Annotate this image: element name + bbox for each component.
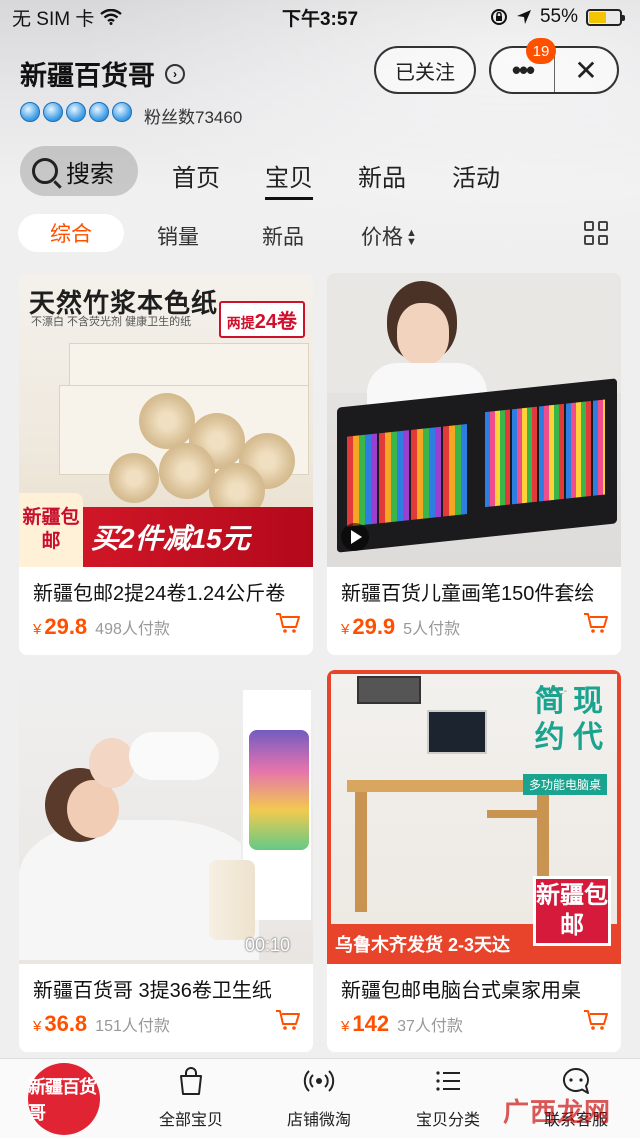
product-meta: ¥36.8 151人付款 <box>19 1003 313 1043</box>
nav-label: 全部宝贝 <box>158 1112 223 1129</box>
nav-all-products[interactable]: 全部宝贝 <box>136 1065 246 1130</box>
sold-count: 5人付款 <box>403 621 461 638</box>
product-image-tissue: 天然竹浆本色纸 不漂白 不含荧光剂 健康卫生的纸 两提24卷 新疆包邮 买2件减… <box>19 273 313 567</box>
search-label: 搜索 <box>66 160 114 188</box>
product-card[interactable]: 00:10 新疆百货哥 3提36卷卫生纸 ¥36.8 151人付款 <box>19 670 313 1052</box>
sold-count: 37人付款 <box>397 1018 463 1035</box>
carrier-label: 无 SIM 卡 <box>12 8 95 30</box>
sort-arrows-icon: ▲ ▼ <box>406 227 417 249</box>
image-subline: 多功能电脑桌 <box>522 774 607 795</box>
filter-price-label: 价格 <box>361 226 403 249</box>
product-price: ¥29.8 <box>33 614 88 639</box>
tab-new[interactable]: 新品 <box>358 158 406 193</box>
filter-new[interactable]: 新品 <box>262 221 304 251</box>
product-image-toilet-paper: 00:10 <box>19 670 313 964</box>
product-meta: ¥29.8 498人付款 <box>19 606 313 646</box>
battery-percent: 55% <box>539 6 578 27</box>
wall-frame <box>357 676 421 704</box>
baby-face <box>89 738 135 788</box>
product-title: 新疆包邮电脑台式桌家用桌 <box>341 980 581 1002</box>
crown-icon <box>43 102 63 122</box>
battery-level <box>589 11 606 23</box>
product-card[interactable]: 新疆百货儿童画笔150件套绘 ¥29.9 5人付款 <box>327 273 621 655</box>
notification-badge: 19 <box>526 38 556 64</box>
sold-count: 151人付款 <box>95 1018 170 1035</box>
nav-categories[interactable]: 宝贝分类 <box>393 1065 503 1130</box>
tab-events[interactable]: 活动 <box>452 158 500 193</box>
broadcast-icon <box>303 1070 335 1092</box>
tab-home[interactable]: 首页 <box>172 158 220 193</box>
grid-view-icon[interactable] <box>584 221 608 245</box>
crown-icon <box>66 102 86 122</box>
product-card[interactable]: 天然竹浆本色纸 不漂白 不含荧光剂 健康卫生的纸 两提24卷 新疆包邮 买2件减… <box>19 273 313 655</box>
shop-name-link[interactable]: 新疆百货哥 › <box>20 54 185 93</box>
tab-products[interactable]: 宝贝 <box>265 158 313 200</box>
cart-icon[interactable] <box>583 1009 609 1031</box>
shop-logo[interactable]: 新疆百货哥 <box>28 1063 100 1135</box>
product-image-paint-set <box>327 273 621 567</box>
product-title: 新疆百货儿童画笔150件套绘 <box>341 583 595 605</box>
image-subline: 不漂白 不含荧光剂 健康卫生的纸 <box>31 316 192 328</box>
crown-icon <box>89 102 109 122</box>
shop-name: 新疆百货哥 <box>20 61 155 91</box>
sold-count: 498人付款 <box>95 621 170 638</box>
nav-label: 宝贝分类 <box>415 1112 480 1129</box>
location-arrow-icon <box>516 10 531 24</box>
cart-icon[interactable] <box>583 612 609 634</box>
status-left: 无 SIM 卡 <box>12 4 123 31</box>
video-play-icon[interactable] <box>341 523 369 551</box>
child-face <box>397 303 449 365</box>
promo-text: 买2件减15元 <box>91 523 250 554</box>
product-price: ¥29.9 <box>341 614 396 639</box>
desk-leg <box>355 792 367 912</box>
follow-button[interactable]: 已关注 <box>374 46 476 94</box>
status-bar: 无 SIM 卡 下午3:57 55% <box>0 0 640 34</box>
filter-price[interactable]: 价格 ▲ ▼ <box>361 221 417 251</box>
shopping-bag-icon <box>180 1067 202 1095</box>
product-meta: ¥29.9 5人付款 <box>327 606 621 646</box>
image-tag: 两提24卷 <box>218 301 305 338</box>
product-image-desk: -LIFE- 简 现 约 代 多功能电脑桌 乌鲁木齐发货 2-3天达 新疆包邮 <box>327 670 621 964</box>
video-duration: 00:10 <box>245 935 291 955</box>
promo-strip: 新疆包邮 买2件减15元 <box>19 493 313 567</box>
paint-case <box>337 378 617 553</box>
product-card[interactable]: -LIFE- 简 现 约 代 多功能电脑桌 乌鲁木齐发货 2-3天达 新疆包邮 … <box>327 670 621 1052</box>
product-price: ¥36.8 <box>33 1011 88 1036</box>
product-meta: ¥142 37人付款 <box>327 1003 621 1043</box>
shop-rating-crowns <box>20 102 132 122</box>
product-title: 新疆包邮2提24卷1.24公斤卷 <box>33 583 286 605</box>
filter-sales[interactable]: 销量 <box>157 221 199 251</box>
nav-label: 店铺微淘 <box>286 1112 351 1129</box>
battery-icon <box>586 8 625 26</box>
free-shipping-badge: 新疆包邮 <box>533 876 611 946</box>
watermark: 广西龙网 <box>503 1097 612 1127</box>
monitor <box>427 710 487 754</box>
nav-shop-feed[interactable]: 店铺微淘 <box>264 1065 374 1130</box>
mother-face <box>67 780 119 838</box>
cart-icon[interactable] <box>275 612 301 634</box>
product-price: ¥142 <box>341 1011 390 1036</box>
search-icon <box>32 158 58 184</box>
rotation-lock-icon <box>490 9 507 25</box>
filter-comprehensive[interactable]: 综合 <box>18 214 124 252</box>
wifi-icon <box>100 9 123 25</box>
baby-body <box>129 732 219 780</box>
status-right: 55% <box>490 6 625 28</box>
crown-icon <box>112 102 132 122</box>
desk-shelf <box>487 810 547 818</box>
image-headline: 简 现 约 代 <box>534 685 603 754</box>
close-button[interactable]: ✕ <box>555 48 617 92</box>
free-shipping-corner: 新疆包邮 <box>19 493 83 567</box>
product-title: 新疆百货哥 3提36卷卫生纸 <box>33 980 272 1002</box>
chevron-right-icon: › <box>165 63 185 84</box>
tab-search[interactable]: 搜索 <box>20 146 138 196</box>
crown-icon <box>20 102 40 122</box>
list-icon <box>436 1071 460 1091</box>
cart-icon[interactable] <box>275 1009 301 1031</box>
clock: 下午3:57 <box>281 8 359 30</box>
fans-count: 粉丝数73460 <box>144 108 243 127</box>
